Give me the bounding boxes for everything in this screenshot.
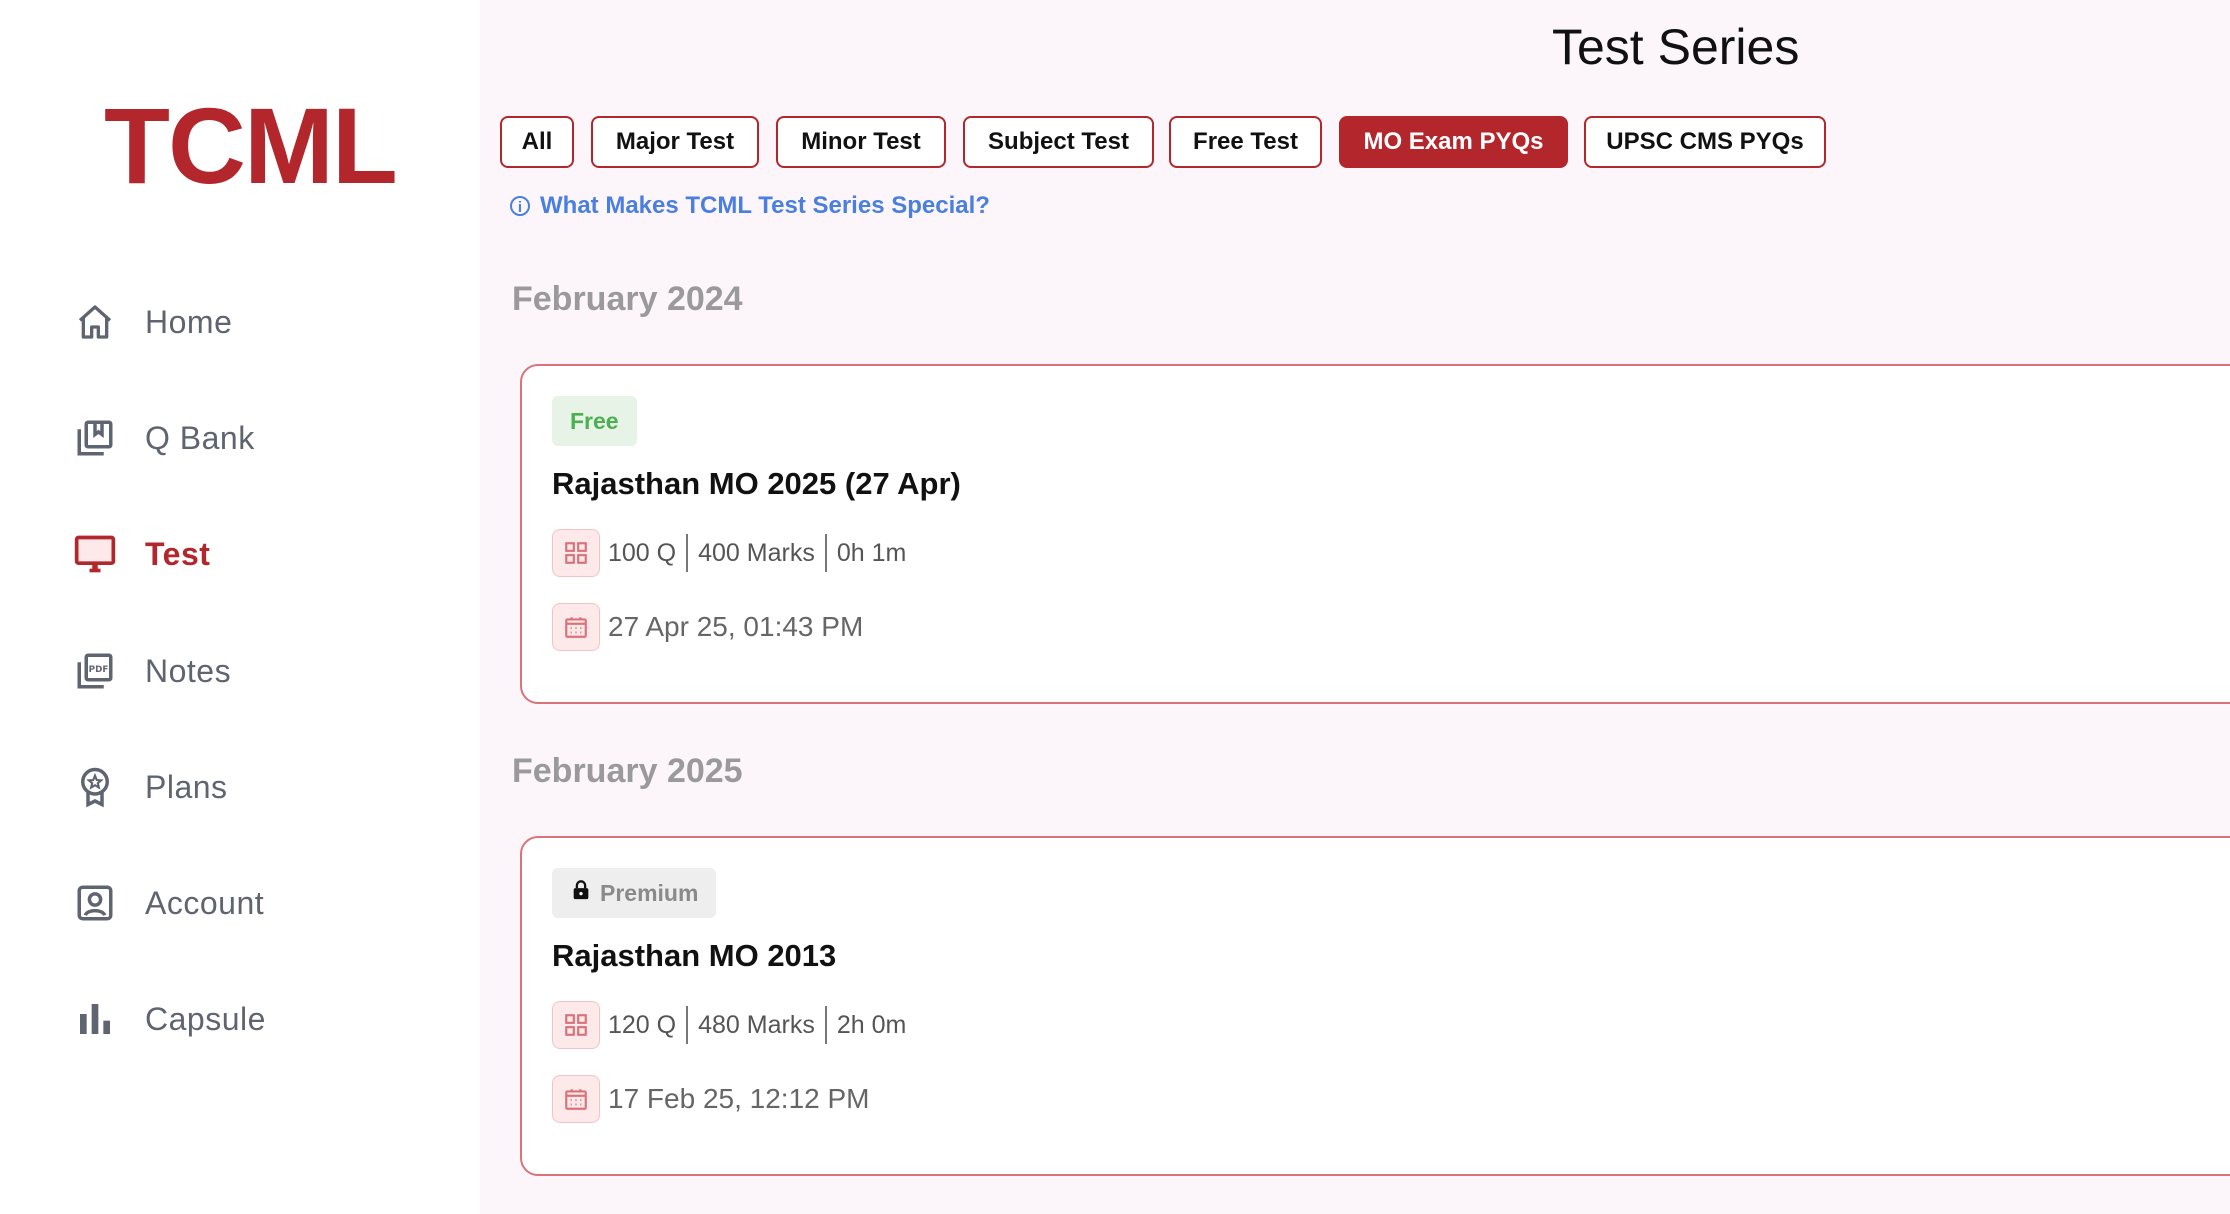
info-icon: i bbox=[510, 196, 530, 216]
svg-text:PDF: PDF bbox=[89, 665, 109, 675]
sidebar-item-label: Plans bbox=[145, 768, 228, 805]
sidebar-item-test[interactable]: Test bbox=[72, 524, 452, 584]
test-title: Rajasthan MO 2025 (27 Apr) bbox=[552, 466, 961, 501]
sidebar-item-home[interactable]: Home bbox=[72, 292, 452, 352]
test-date-row: 27 Apr 25, 01:43 PM bbox=[552, 602, 863, 652]
premium-badge-label: Premium bbox=[600, 879, 699, 906]
sidebar-item-label: Capsule bbox=[145, 1000, 266, 1037]
main-content: Test Series All Major Test Minor Test Su… bbox=[480, 0, 2230, 1214]
question-count: 120 Q bbox=[608, 1010, 677, 1039]
premium-badge: Premium bbox=[552, 868, 717, 918]
sidebar-item-capsule[interactable]: Capsule bbox=[72, 989, 452, 1049]
pdf-icon: PDF bbox=[72, 648, 118, 694]
divider bbox=[824, 534, 827, 572]
sidebar-item-label: Home bbox=[145, 303, 233, 340]
test-meta: 120 Q 480 Marks 2h 0m bbox=[552, 1000, 906, 1050]
bar-chart-icon bbox=[72, 996, 118, 1042]
monitor-icon bbox=[72, 531, 118, 577]
calendar-icon bbox=[552, 1075, 600, 1123]
sidebar-item-account[interactable]: Account bbox=[72, 873, 452, 933]
divider bbox=[824, 1006, 827, 1044]
total-marks: 480 Marks bbox=[698, 1010, 815, 1039]
sidebar: TCML Home Q Bank Test PDF Notes Plans Ac… bbox=[0, 0, 480, 1214]
info-link-label: What Makes TCML Test Series Special? bbox=[540, 192, 990, 219]
sidebar-item-label: Test bbox=[145, 535, 211, 572]
section-month: February 2025 bbox=[512, 752, 743, 790]
duration: 0h 1m bbox=[836, 538, 907, 567]
filter-chip-minor-test[interactable]: Minor Test bbox=[776, 116, 946, 168]
question-count: 100 Q bbox=[608, 538, 677, 567]
home-icon bbox=[72, 299, 118, 345]
section-month: February 2024 bbox=[512, 280, 743, 318]
sidebar-item-plans[interactable]: Plans bbox=[72, 757, 452, 817]
sidebar-item-label: Notes bbox=[145, 652, 232, 689]
divider bbox=[686, 1006, 689, 1044]
sidebar-item-notes[interactable]: PDF Notes bbox=[72, 641, 452, 701]
test-title: Rajasthan MO 2013 bbox=[552, 938, 837, 973]
grid-icon bbox=[552, 529, 600, 577]
filter-chip-mo-exam-pyqs[interactable]: MO Exam PYQs bbox=[1339, 116, 1568, 168]
award-icon bbox=[72, 764, 118, 810]
filter-chip-free-test[interactable]: Free Test bbox=[1169, 116, 1322, 168]
test-date: 27 Apr 25, 01:43 PM bbox=[608, 611, 864, 642]
account-icon bbox=[72, 880, 118, 926]
grid-icon bbox=[552, 1001, 600, 1049]
sidebar-item-q-bank[interactable]: Q Bank bbox=[72, 408, 452, 468]
page-title: Test Series bbox=[1552, 19, 1800, 75]
filter-chip-major-test[interactable]: Major Test bbox=[591, 116, 759, 168]
test-card[interactable]: Premium Rajasthan MO 2013 120 Q 480 Mark… bbox=[520, 836, 2230, 1176]
brand-logo: TCML bbox=[104, 85, 398, 206]
divider bbox=[686, 534, 689, 572]
sidebar-item-label: Q Bank bbox=[145, 419, 255, 456]
filter-chip-all[interactable]: All bbox=[500, 116, 574, 168]
test-date: 17 Feb 25, 12:12 PM bbox=[608, 1083, 870, 1114]
filter-chip-subject-test[interactable]: Subject Test bbox=[963, 116, 1154, 168]
test-meta: 100 Q 400 Marks 0h 1m bbox=[552, 528, 906, 578]
test-card[interactable]: Free Rajasthan MO 2025 (27 Apr) 100 Q 40… bbox=[520, 364, 2230, 704]
filter-chip-upsc-cms-pyqs[interactable]: UPSC CMS PYQs bbox=[1584, 116, 1826, 168]
bookmark-stack-icon bbox=[72, 415, 118, 461]
sidebar-item-label: Account bbox=[145, 884, 265, 921]
test-date-row: 17 Feb 25, 12:12 PM bbox=[552, 1074, 870, 1124]
free-badge: Free bbox=[552, 396, 637, 446]
info-link[interactable]: i What Makes TCML Test Series Special? bbox=[510, 192, 990, 220]
lock-icon bbox=[570, 878, 592, 908]
duration: 2h 0m bbox=[836, 1010, 907, 1039]
total-marks: 400 Marks bbox=[698, 538, 815, 567]
calendar-icon bbox=[552, 603, 600, 651]
